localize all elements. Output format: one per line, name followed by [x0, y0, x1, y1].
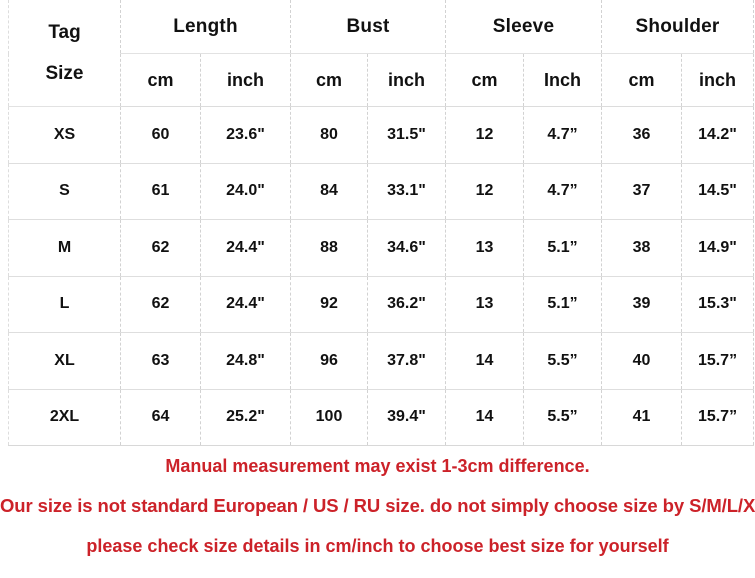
cell-length-cm: 63: [120, 332, 201, 390]
unit-header-bust-cm: cm: [290, 53, 368, 107]
cell-sleeve-cm: 12: [445, 163, 524, 220]
cell-bust-inch: 39.4": [367, 389, 446, 446]
cell-sleeve-inch: 5.5”: [523, 389, 603, 446]
size-chart-table: Tag Size Length Bust Sleeve Shoulder cm …: [8, 0, 755, 446]
cell-size: XL: [8, 332, 121, 390]
cell-shoulder-inch: 15.3": [681, 276, 755, 333]
table-row: XS 60 23.6" 80 31.5" 12 4.7” 36 14.2": [8, 106, 755, 164]
table-row: XL 63 24.8" 96 37.8" 14 5.5” 40 15.7”: [8, 332, 755, 390]
table-header-groups: Tag Size Length Bust Sleeve Shoulder: [8, 0, 755, 107]
cell-size: L: [8, 276, 121, 333]
cell-shoulder-cm: 40: [601, 332, 683, 390]
cell-length-cm: 61: [120, 163, 201, 220]
cell-size: 2XL: [8, 389, 121, 446]
tag-size-corner-cell: Tag Size: [8, 0, 121, 107]
cell-sleeve-cm: 13: [445, 219, 524, 277]
cell-sleeve-inch: 4.7”: [523, 106, 603, 164]
group-header-sleeve: Sleeve: [445, 0, 603, 54]
cell-shoulder-inch: 15.7”: [681, 332, 755, 390]
group-header-bust: Bust: [290, 0, 446, 54]
cell-sleeve-inch: 5.5”: [523, 332, 603, 390]
cell-bust-inch: 34.6": [367, 219, 446, 277]
table-row: S 61 24.0" 84 33.1" 12 4.7” 37 14.5": [8, 163, 755, 220]
unit-header-length-cm: cm: [120, 53, 201, 107]
cell-shoulder-inch: 14.9": [681, 219, 755, 277]
unit-header-sleeve-inch: Inch: [523, 53, 603, 107]
cell-length-cm: 60: [120, 106, 201, 164]
cell-sleeve-cm: 13: [445, 276, 524, 333]
table-row: L 62 24.4" 92 36.2" 13 5.1” 39 15.3": [8, 276, 755, 333]
cell-shoulder-inch: 14.2": [681, 106, 755, 164]
cell-bust-cm: 100: [290, 389, 368, 446]
cell-size: M: [8, 219, 121, 277]
cell-length-cm: 62: [120, 276, 201, 333]
cell-length-inch: 25.2": [200, 389, 291, 446]
cell-size: S: [8, 163, 121, 220]
cell-length-cm: 62: [120, 219, 201, 277]
unit-header-shoulder-cm: cm: [601, 53, 683, 107]
cell-sleeve-cm: 12: [445, 106, 524, 164]
cell-bust-cm: 96: [290, 332, 368, 390]
cell-bust-cm: 88: [290, 219, 368, 277]
table-header-units: cm inch cm inch cm Inch cm inch: [9, 53, 755, 107]
cell-shoulder-cm: 36: [601, 106, 683, 164]
table-row: M 62 24.4" 88 34.6" 13 5.1” 38 14.9": [8, 219, 755, 277]
note-measurement-tolerance: Manual measurement may exist 1-3cm diffe…: [165, 456, 590, 476]
tag-label: Tag: [48, 22, 81, 43]
cell-shoulder-cm: 38: [601, 219, 683, 277]
cell-bust-inch: 31.5": [367, 106, 446, 164]
unit-header-shoulder-inch: inch: [681, 53, 755, 107]
cell-sleeve-cm: 14: [445, 332, 524, 390]
cell-length-inch: 24.4": [200, 276, 291, 333]
unit-header-length-inch: inch: [200, 53, 291, 107]
cell-shoulder-inch: 15.7”: [681, 389, 755, 446]
cell-sleeve-inch: 4.7”: [523, 163, 603, 220]
cell-sleeve-inch: 5.1”: [523, 276, 603, 333]
cell-shoulder-inch: 14.5": [681, 163, 755, 220]
group-header-shoulder: Shoulder: [601, 0, 755, 54]
unit-header-bust-inch: inch: [367, 53, 446, 107]
group-header-length: Length: [120, 0, 291, 54]
cell-size: XS: [8, 106, 121, 164]
unit-header-sleeve-cm: cm: [445, 53, 524, 107]
size-label: Size: [45, 63, 84, 84]
note-check-details: please check size details in cm/inch to …: [86, 536, 669, 556]
cell-length-inch: 24.0": [200, 163, 291, 220]
cell-bust-cm: 84: [290, 163, 368, 220]
cell-shoulder-cm: 39: [601, 276, 683, 333]
cell-bust-inch: 33.1": [367, 163, 446, 220]
cell-bust-cm: 92: [290, 276, 368, 333]
note-non-standard-size: Our size is not standard European / US /…: [0, 495, 755, 516]
cell-bust-inch: 37.8": [367, 332, 446, 390]
cell-length-inch: 24.4": [200, 219, 291, 277]
cell-shoulder-cm: 37: [601, 163, 683, 220]
cell-bust-inch: 36.2": [367, 276, 446, 333]
cell-length-inch: 24.8": [200, 332, 291, 390]
cell-sleeve-inch: 5.1”: [523, 219, 603, 277]
footer-notes: Manual measurement may exist 1-3cm diffe…: [0, 446, 755, 566]
cell-sleeve-cm: 14: [445, 389, 524, 446]
size-chart: Tag Size Length Bust Sleeve Shoulder cm …: [0, 0, 755, 578]
table-row: 2XL 64 25.2" 100 39.4" 14 5.5” 41 15.7”: [8, 389, 755, 446]
cell-length-inch: 23.6": [200, 106, 291, 164]
cell-bust-cm: 80: [290, 106, 368, 164]
cell-shoulder-cm: 41: [601, 389, 683, 446]
cell-length-cm: 64: [120, 389, 201, 446]
